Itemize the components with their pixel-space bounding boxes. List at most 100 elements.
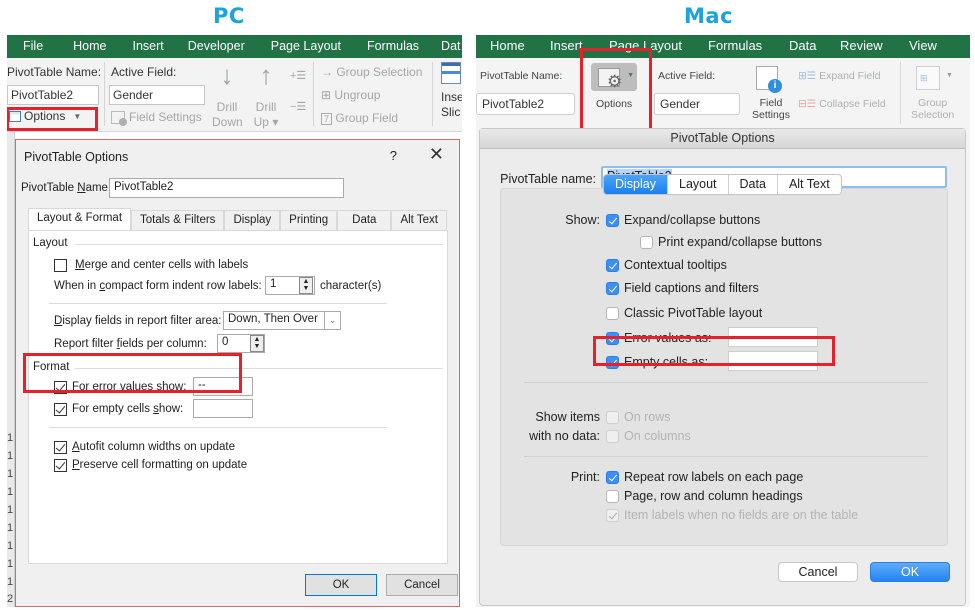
pc-insert-slicer-button[interactable]: Inse Slic [441,62,462,120]
pc-tab-formulas[interactable]: Formulas [367,35,419,58]
mac-ok-button[interactable]: OK [870,562,950,582]
pc-group-field-label: Group Field [335,111,399,125]
pc-ungroup-label: Ungroup [334,88,381,102]
page-row-column-headings-checkbox[interactable] [606,490,619,503]
empty-cells-input[interactable] [193,399,253,418]
on-columns-label: On columns [624,429,691,443]
merge-center-checkbox[interactable] [54,259,67,272]
report-filter-label: Report filter fields per column: [54,338,207,350]
pc-field-settings-button[interactable]: Field Settings [111,110,202,126]
tab-display[interactable]: Display [224,210,281,230]
divider [524,456,928,457]
insert-slicer-line1: Inse [441,90,462,104]
on-rows-checkbox[interactable] [606,411,619,424]
tab-alt-text[interactable]: Alt Text [778,175,841,194]
mac-ribbon-tabs: Home Insert Page Layout Formulas Data Re… [476,35,970,58]
close-icon[interactable]: ✕ [429,144,444,165]
tab-totals-filters[interactable]: Totals & Filters [131,210,225,230]
pc-tab-insert[interactable]: Insert [133,35,164,58]
mac-tab-data[interactable]: Data [789,38,816,53]
expand-entire-field-icon[interactable]: +☰ [290,69,306,82]
mac-pivot-name-input[interactable]: PivotTable2 [476,93,575,115]
pc-tab-data[interactable]: Dat [441,35,460,58]
mac-active-field-label: Active Field: [658,70,716,82]
pc-tab-page-layout[interactable]: Page Layout [271,35,341,58]
mac-tab-insert[interactable]: Insert [550,38,583,53]
pc-tab-home[interactable]: Home [73,35,106,58]
pc-group-selection-button[interactable]: → Group Selection [321,65,422,79]
tab-data[interactable]: Data [729,175,778,194]
pc-drill-up-button[interactable]: ↑ Drill Up ▾ [251,62,281,130]
tab-printing[interactable]: Printing [280,210,338,230]
tab-data[interactable]: Data [337,210,392,230]
help-icon[interactable]: ? [390,148,397,163]
arrow-down-icon: ↓ [220,60,234,90]
display-fields-select[interactable]: Down, Then Over ⌄ [223,311,341,330]
pc-cancel-button[interactable]: Cancel [386,574,458,596]
group-field-icon: 7 [321,113,333,125]
mac-collapse-field-button[interactable]: ⊟☰ Collapse Field [798,98,886,110]
pc-ungroup-button[interactable]: ⊞ Ungroup [321,88,380,102]
mac-group-selection-label[interactable]: Group Selection [911,97,954,121]
classic-layout-checkbox[interactable] [606,307,619,320]
indent-spinner[interactable]: ▲ ▼ [299,277,313,294]
mac-tab-review[interactable]: Review [840,38,883,53]
mac-cancel-button[interactable]: Cancel [778,562,858,582]
insert-slicer-line2: Slic [441,105,461,119]
expand-collapse-checkbox[interactable] [606,214,619,227]
info-icon: i [768,79,782,93]
mac-dialog-name-label: PivotTable name: [500,172,596,186]
mac-tab-home[interactable]: Home [490,38,525,53]
pc-tab-file[interactable]: File [23,35,43,58]
pc-field-settings-label: Field Settings [129,110,202,124]
mac-tab-view[interactable]: View [909,38,937,53]
pc-tab-developer[interactable]: Developer [188,35,245,58]
item-labels-label: Item labels when no fields are on the ta… [624,508,859,522]
pc-drill-down-button[interactable]: ↓ Drill Down [212,60,243,130]
collapse-entire-field-icon[interactable]: −☰ [290,100,306,113]
mac-expand-field-button[interactable]: ⊞☰ Expand Field [798,70,880,82]
mac-active-field-input[interactable]: Gender [654,93,740,115]
tab-display[interactable]: Display [604,175,668,194]
tab-layout[interactable]: Layout [668,175,729,194]
tab-layout-format[interactable]: Layout & Format [28,208,132,231]
chevron-down-icon[interactable]: ▼ [946,72,953,79]
arrow-right-icon: → [321,65,337,79]
collapse-icon: ⊟☰ [798,98,817,110]
field-captions-label: Field captions and filters [624,281,759,295]
mac-tab-formulas[interactable]: Formulas [708,38,762,53]
autofit-checkbox[interactable] [54,441,67,454]
ungroup-icon: ⊞ [321,88,332,102]
tab-alt-text[interactable]: Alt Text [391,210,447,230]
chevron-down-icon: ⌄ [324,312,340,329]
preserve-formatting-checkbox[interactable] [54,459,67,472]
pc-ok-button[interactable]: OK [305,574,377,596]
expand-collapse-label: Expand/collapse buttons [624,213,761,227]
item-labels-checkbox[interactable] [606,509,619,522]
expand-field-label: Expand Field [819,70,881,82]
pc-active-field-input[interactable]: Gender [109,85,205,105]
collapse-field-label: Collapse Field [819,98,886,110]
contextual-tooltips-checkbox[interactable] [606,259,619,272]
indent-label: When in compact form indent row labels: [54,280,262,292]
on-columns-checkbox[interactable] [606,430,619,443]
group-selection-icon[interactable]: ⊞ [916,66,940,90]
pc-pivot-name-label: PivotTable Name: [7,65,102,79]
pc-dialog-tabs: Layout & Format Totals & Filters Display… [28,208,447,231]
print-expand-collapse-label: Print expand/collapse buttons [658,235,822,249]
repeat-row-labels-checkbox[interactable] [606,471,619,484]
pc-dialog-name-input[interactable]: PivotTable2 [109,178,344,198]
print-label: Print: [570,470,600,484]
divider [49,303,387,304]
field-captions-checkbox[interactable] [606,282,619,295]
pc-group-field-button[interactable]: 7 Group Field [321,111,398,125]
print-expand-collapse-checkbox[interactable] [640,236,653,249]
empty-cells-checkbox[interactable] [54,403,67,416]
mac-field-settings-label[interactable]: Field Settings [752,97,790,121]
pc-ribbon-tabs: File Home Insert Developer Page Layout F… [7,35,462,58]
divider [49,427,387,428]
report-filter-spinner[interactable]: ▲ ▼ [250,335,264,352]
empty-cells-label: For empty cells show: [72,403,184,415]
field-settings-icon[interactable]: i [756,66,782,93]
pc-pivot-name-input[interactable]: PivotTable2 [7,85,99,105]
